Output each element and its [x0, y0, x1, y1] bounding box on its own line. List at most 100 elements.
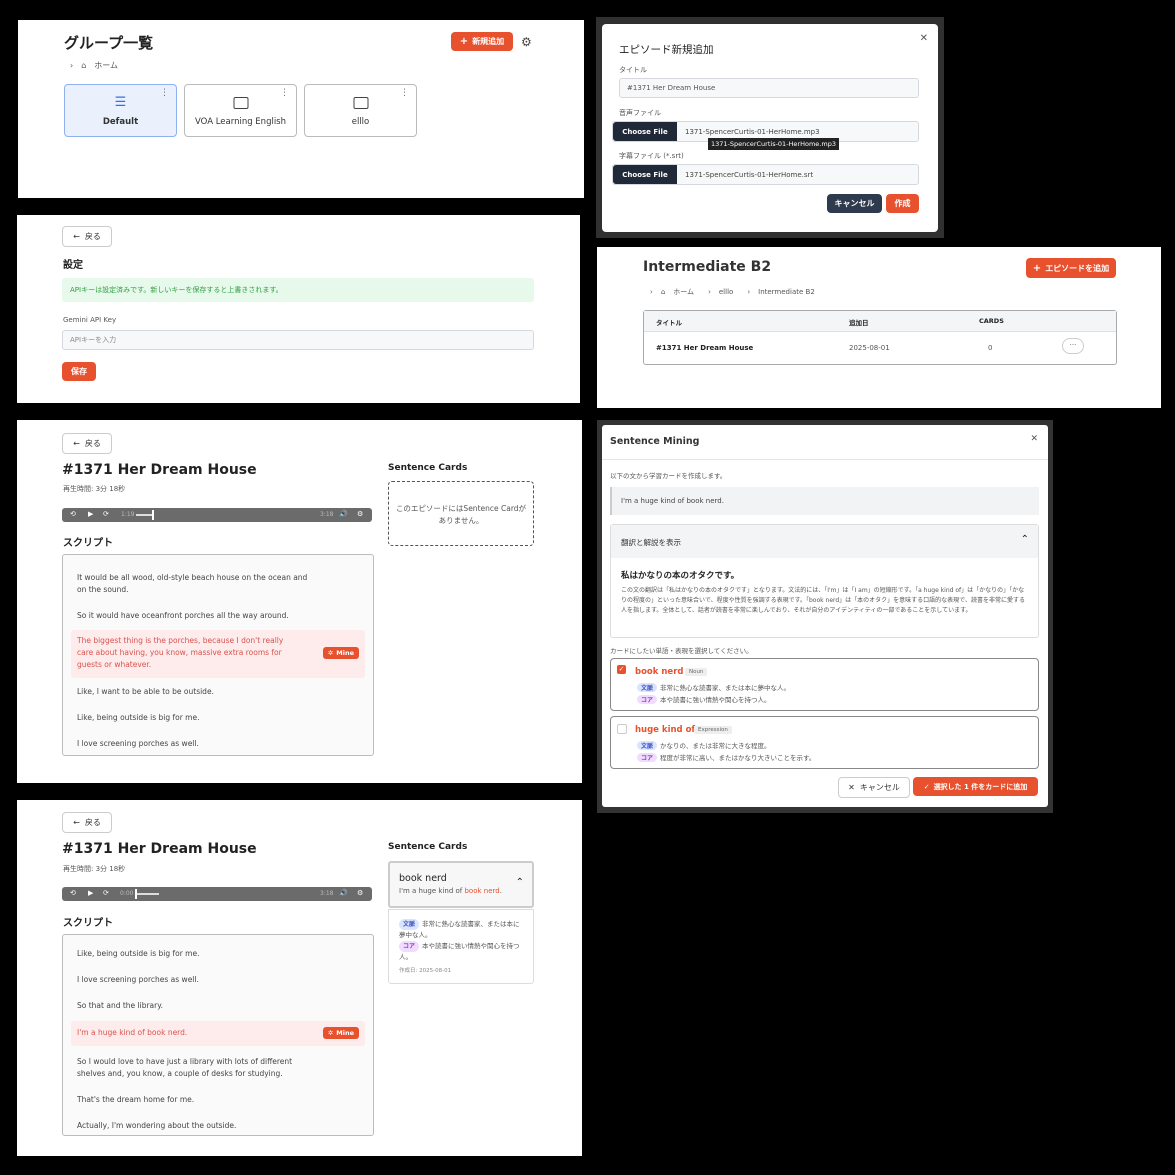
intro-text: 以下の文から学習カードを作成します。 [610, 472, 727, 480]
script-line[interactable]: Like, I want to be able to be outside. [77, 686, 317, 698]
script-line[interactable]: Actually, I'm wondering about the outsid… [77, 1120, 317, 1132]
breadcrumb-home[interactable]: ホーム [673, 287, 694, 297]
plus-icon: + [459, 36, 469, 47]
chevron-up-icon[interactable]: ⌃ [516, 877, 524, 888]
rewind-icon[interactable]: ⟲ [70, 889, 76, 897]
new-group-button[interactable]: + 新規追加 [451, 32, 513, 51]
explanation-text: この文の翻訳は「私はかなりの本のオタクです」となります。文法的には、「I'm」は… [621, 587, 1025, 614]
checkbox-unchecked[interactable] [617, 724, 627, 734]
core-meaning: コア 本や読書に強い情熱や関心を持つ人。 [637, 694, 771, 704]
chevron-right-icon: › [650, 288, 653, 296]
script-line[interactable]: Like, being outside is big for me. [77, 712, 317, 724]
breadcrumb-group[interactable]: elllo [719, 288, 733, 296]
highlighted-line[interactable]: I'm a huge kind of book nerd. ✲ Mine [71, 1021, 365, 1046]
sentence-card-body: 文脈 非常に熱心な読書家、または本に夢中な人。 コア 本や読書に強い情熱や関心を持つ… [388, 909, 534, 984]
add-cards-button[interactable]: ✓ 選択した 1 件をカードに追加 [913, 777, 1038, 796]
translation-toggle[interactable]: 翻訳と解説を表示 ⌃ [611, 525, 1038, 558]
script-line[interactable]: That's the dream home for me. [77, 1094, 317, 1106]
save-button[interactable]: 保存 [62, 362, 96, 381]
term-option-book-nerd[interactable]: ✓ book nerd Noun 文脈 非常に熱心な読書家、または本に夢中な人。 … [610, 658, 1039, 711]
term-option-huge-kind-of[interactable]: huge kind of Expression 文脈 かなりの、または非常に大きな… [610, 716, 1039, 769]
mine-button[interactable]: ✲ Mine [322, 647, 359, 659]
seek-bar[interactable] [137, 893, 159, 895]
script-box[interactable]: It would be all wood, old-style beach ho… [62, 554, 374, 756]
seek-handle[interactable] [152, 510, 154, 520]
table-row[interactable]: #1371 Her Dream House 2025-08-01 0 ··· [644, 332, 1116, 363]
episode-title: #1371 Her Dream House [62, 462, 257, 478]
script-line[interactable]: Like, being outside is big for me. [77, 948, 317, 960]
script-box[interactable]: Like, being outside is big for me. I lov… [62, 934, 374, 1136]
row-menu-button[interactable]: ··· [1062, 338, 1084, 354]
checkbox-checked[interactable]: ✓ [617, 665, 626, 674]
script-line[interactable]: So that and the library. [77, 1000, 317, 1012]
script-line[interactable]: I love screening porches as well. [77, 738, 317, 750]
sentence-card-header[interactable]: book nerd I'm a huge kind of book nerd. … [388, 861, 534, 908]
close-icon[interactable]: ✕ [1030, 434, 1038, 444]
api-key-input[interactable]: APIキーを入力 [62, 330, 534, 350]
subtitle-file-name: 1371-SpencerCurtis-01-HerHome.srt [685, 170, 814, 179]
arrow-left-icon: ← [73, 439, 80, 448]
script-line[interactable]: I love screening porches as well. [77, 974, 317, 986]
sentence-mining-backdrop: Sentence Mining ✕ 以下の文から学習カードを作成します。 I'm… [597, 420, 1053, 813]
group-card-elllo[interactable]: ⋮ elllo [304, 84, 417, 137]
back-button[interactable]: ← 戻る [62, 433, 112, 454]
cancel-button[interactable]: ✕ キャンセル [838, 777, 910, 798]
audio-player[interactable]: ⟲ ▶ ⟳ 0:00 3:18 🔊 ⚙ [62, 887, 372, 901]
duration-time: 3:18 [320, 511, 334, 518]
script-heading: スクリプト [63, 538, 113, 549]
highlighted-line[interactable]: The biggest thing is the porches, becaus… [71, 630, 365, 678]
volume-icon[interactable]: 🔊 [339, 889, 348, 897]
play-icon[interactable]: ▶ [88, 510, 93, 518]
sentence-mining-modal: Sentence Mining ✕ 以下の文から学習カードを作成します。 I'm… [602, 425, 1048, 807]
breadcrumb: › ⌂ ホーム [70, 60, 118, 71]
audio-player[interactable]: ⟲ ▶ ⟳ 1:19 3:18 🔊 ⚙ [62, 508, 372, 522]
script-line[interactable]: It would be all wood, old-style beach ho… [77, 572, 317, 596]
forward-icon[interactable]: ⟳ [103, 510, 109, 518]
kebab-menu-icon[interactable]: ⋮ [280, 89, 289, 98]
back-button[interactable]: ← 戻る [62, 812, 112, 833]
modal-title: エピソード新規追加 [619, 44, 714, 56]
script-line[interactable]: So it would have oceanfront porches all … [77, 610, 317, 622]
choose-file-button[interactable]: Choose File [613, 122, 677, 141]
folder-icon [353, 97, 368, 109]
chevron-right-icon: › [747, 288, 751, 296]
folder-icon [233, 97, 248, 109]
duration-label: 再生時間: 3分 18秒 [63, 485, 126, 493]
close-icon: ✕ [848, 783, 855, 792]
title-input[interactable]: #1371 Her Dream House [619, 78, 919, 98]
chevron-up-icon: ⌃ [1020, 534, 1029, 545]
kebab-menu-icon[interactable]: ⋮ [160, 89, 169, 98]
group-card-default[interactable]: ⋮ ☰ Default [64, 84, 177, 137]
back-button[interactable]: ← 戻る [62, 226, 112, 247]
rewind-icon[interactable]: ⟲ [70, 510, 76, 518]
context-meaning: 文脈 かなりの、または非常に大きな程度。 [637, 740, 771, 750]
subtitle-file-input[interactable]: Choose File 1371-SpencerCurtis-01-HerHom… [612, 164, 919, 185]
episode-title: #1371 Her Dream House [62, 841, 257, 857]
kebab-menu-icon[interactable]: ⋮ [400, 89, 409, 98]
breadcrumb-home[interactable]: ホーム [94, 60, 118, 71]
volume-icon[interactable]: 🔊 [339, 510, 348, 518]
settings-gear-icon[interactable]: ⚙ [521, 35, 532, 49]
api-key-label: Gemini API Key [63, 316, 117, 324]
settings-title: 設定 [63, 260, 83, 271]
script-line[interactable]: So I would love to have just a library w… [77, 1056, 317, 1080]
chevron-right-icon: › [70, 61, 74, 70]
forward-icon[interactable]: ⟳ [103, 889, 109, 897]
duration-time: 3:18 [320, 890, 334, 897]
settings-icon[interactable]: ⚙ [357, 510, 363, 518]
sparkle-icon: ✲ [327, 1029, 334, 1037]
add-episode-button[interactable]: + エピソードを追加 [1026, 258, 1116, 278]
close-icon[interactable]: ✕ [920, 33, 928, 44]
choose-file-button[interactable]: Choose File [613, 165, 677, 184]
play-icon[interactable]: ▶ [88, 889, 93, 897]
create-button[interactable]: 作成 [886, 194, 919, 213]
mine-button[interactable]: ✲ Mine [322, 1027, 359, 1039]
seek-bar[interactable] [136, 514, 152, 516]
home-icon: ⌂ [81, 61, 87, 70]
check-icon: ✓ [923, 782, 930, 791]
term-label: book nerd [635, 667, 684, 677]
subtitle-label: 字幕ファイル (*.srt) [619, 152, 684, 160]
cancel-button[interactable]: キャンセル [827, 194, 882, 213]
settings-icon[interactable]: ⚙ [357, 889, 363, 897]
group-card-voa[interactable]: ⋮ VOA Learning English [184, 84, 297, 137]
